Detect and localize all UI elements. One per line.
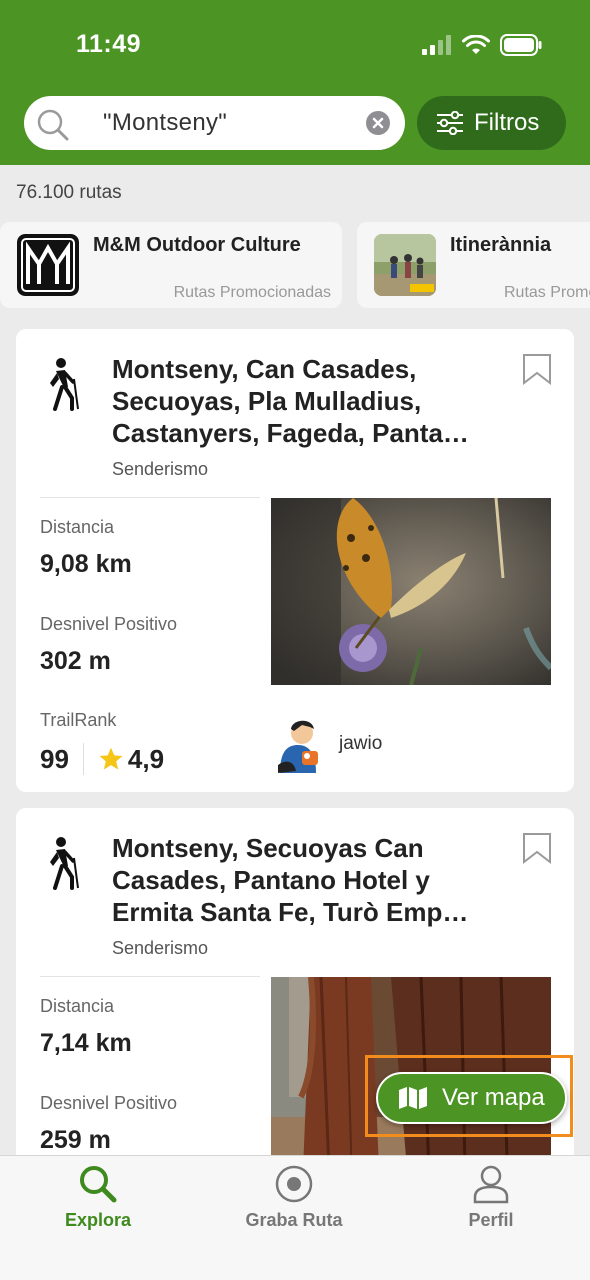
search-icon bbox=[80, 1166, 117, 1203]
battery-icon bbox=[500, 34, 542, 56]
user-icon bbox=[473, 1165, 509, 1204]
tab-label: Perfil bbox=[468, 1210, 514, 1230]
divider bbox=[40, 497, 260, 498]
promoted-card-mm-outdoor[interactable]: M&M Outdoor Culture Rutas Promocionadas bbox=[0, 222, 342, 308]
star-icon bbox=[99, 747, 123, 770]
hiker-icon bbox=[50, 837, 79, 890]
rating-value: 4,9 bbox=[127, 743, 165, 774]
trailrank-value: 99 bbox=[40, 743, 69, 774]
wifi-icon bbox=[462, 35, 490, 54]
promoted-subtitle: Rutas Promocionadas bbox=[173, 284, 331, 301]
author-avatar[interactable] bbox=[272, 715, 326, 773]
bookmark-icon[interactable] bbox=[522, 353, 552, 385]
results-count: 76.100 rutas bbox=[16, 182, 122, 203]
route-photo-butterfly[interactable] bbox=[271, 498, 551, 685]
elevation-value: 302 m bbox=[40, 647, 111, 675]
distance-value: 9,08 km bbox=[40, 550, 132, 578]
status-icons bbox=[422, 34, 542, 56]
trailrank-label: TrailRank bbox=[40, 710, 117, 730]
tab-explora[interactable]: Explora bbox=[23, 1164, 173, 1231]
cellular-signal-icon bbox=[422, 35, 451, 55]
author-name[interactable]: jawio bbox=[339, 733, 382, 755]
route-title[interactable]: Montseny, Secuoyas Can Casades, Pantano … bbox=[112, 832, 517, 928]
sliders-icon bbox=[437, 111, 463, 135]
elevation-label: Desnivel Positivo bbox=[40, 614, 178, 634]
bookmark-icon[interactable] bbox=[522, 832, 552, 864]
promoted-subtitle: Rutas Promocionadas bbox=[504, 284, 590, 301]
route-card[interactable]: Montseny, Secuoyas Can Casades, Pantano … bbox=[16, 808, 574, 1208]
search-query: "Montseny" bbox=[103, 109, 228, 136]
promoted-title: Itinerànnia bbox=[450, 234, 552, 256]
promoted-card-itinerannia[interactable]: Itinerànnia Rutas Promocionadas bbox=[357, 222, 590, 308]
search-input[interactable]: "Montseny" bbox=[24, 96, 405, 150]
distance-label: Distancia bbox=[40, 996, 115, 1016]
itinerannia-logo bbox=[374, 234, 436, 296]
filters-button[interactable]: Filtros bbox=[417, 96, 566, 150]
app-header: 11:49 "Montseny" Filtros bbox=[0, 0, 590, 165]
route-activity: Senderismo bbox=[112, 459, 209, 479]
promoted-title: M&M Outdoor Culture bbox=[93, 234, 301, 256]
record-icon bbox=[275, 1165, 313, 1203]
tab-perfil[interactable]: Perfil bbox=[416, 1164, 566, 1231]
rank-divider bbox=[82, 743, 84, 775]
tab-graba-ruta[interactable]: Graba Ruta bbox=[219, 1164, 369, 1231]
mm-outdoor-logo bbox=[17, 234, 79, 296]
tab-label: Explora bbox=[64, 1210, 132, 1230]
distance-value: 7,14 km bbox=[40, 1029, 132, 1057]
route-card[interactable]: Montseny, Can Casades, Secuoyas, Pla Mul… bbox=[16, 329, 574, 792]
view-map-button[interactable]: Ver mapa bbox=[376, 1072, 567, 1124]
elevation-label: Desnivel Positivo bbox=[40, 1093, 178, 1113]
route-activity: Senderismo bbox=[112, 938, 209, 958]
elevation-value: 259 m bbox=[40, 1126, 111, 1154]
hiker-icon bbox=[50, 358, 79, 411]
divider bbox=[40, 976, 260, 977]
rank-row: 99 4,9 bbox=[40, 742, 164, 776]
map-icon bbox=[399, 1087, 427, 1109]
clear-search-icon[interactable] bbox=[366, 111, 390, 135]
tab-bar: Explora Graba Ruta Perfil bbox=[0, 1155, 590, 1280]
distance-label: Distancia bbox=[40, 517, 115, 537]
filters-label: Filtros bbox=[474, 109, 540, 136]
status-time: 11:49 bbox=[76, 30, 142, 58]
search-icon bbox=[37, 109, 69, 141]
view-map-label: Ver mapa bbox=[442, 1084, 545, 1111]
route-title[interactable]: Montseny, Can Casades, Secuoyas, Pla Mul… bbox=[112, 353, 517, 449]
tab-label: Graba Ruta bbox=[245, 1210, 343, 1230]
